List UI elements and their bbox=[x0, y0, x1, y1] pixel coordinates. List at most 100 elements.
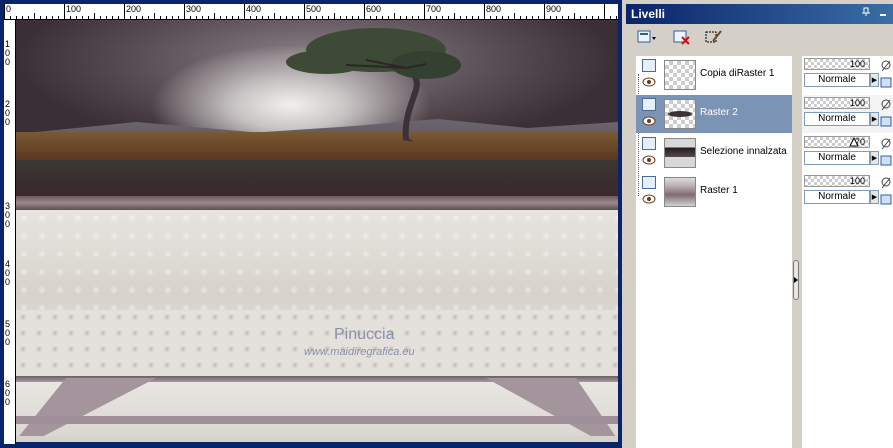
pin-icon[interactable] bbox=[859, 7, 873, 21]
ruler-tick bbox=[352, 16, 353, 19]
blend-mode-select[interactable]: Normale bbox=[804, 112, 870, 126]
layer-name: Raster 2 bbox=[700, 107, 738, 118]
panel-splitter[interactable] bbox=[792, 56, 800, 448]
blend-dropdown-arrow-icon[interactable]: ▶ bbox=[870, 151, 879, 165]
visibility-eye-icon[interactable] bbox=[642, 77, 656, 87]
ruler-tick bbox=[358, 16, 359, 19]
delete-layer-button[interactable] bbox=[670, 27, 694, 49]
tree-image bbox=[286, 28, 461, 142]
ruler-tick bbox=[34, 13, 35, 19]
ruler-tick bbox=[406, 16, 407, 19]
ruler-tick bbox=[118, 16, 119, 19]
layer-name: Copia diRaster 1 bbox=[700, 68, 775, 79]
blend-mode-select[interactable]: Normale bbox=[804, 73, 870, 87]
ruler-tick bbox=[148, 16, 149, 19]
lock-icon[interactable] bbox=[880, 154, 892, 167]
ruler-tick bbox=[16, 16, 17, 19]
opacity-slider[interactable]: 100 bbox=[804, 97, 870, 109]
ruler-tick bbox=[46, 16, 47, 19]
ruler-tick bbox=[232, 16, 233, 19]
visibility-eye-icon[interactable] bbox=[642, 155, 656, 165]
ruler-tick bbox=[424, 4, 425, 19]
ruler-tick bbox=[112, 16, 113, 19]
ruler-tick bbox=[340, 16, 341, 19]
ruler-label: 500 bbox=[306, 4, 322, 14]
opacity-slider[interactable]: 100 bbox=[804, 175, 870, 187]
raster-layer-icon bbox=[642, 137, 656, 150]
new-layer-button[interactable] bbox=[632, 27, 662, 49]
ruler-tick bbox=[310, 16, 311, 19]
link-icon[interactable] bbox=[880, 60, 892, 73]
ruler-tick bbox=[460, 16, 461, 19]
ruler-label: 400 bbox=[246, 4, 262, 14]
ruler-tick bbox=[580, 16, 581, 19]
lock-icon[interactable] bbox=[880, 115, 892, 128]
ruler-tick bbox=[592, 16, 593, 19]
lock-icon[interactable] bbox=[880, 193, 892, 206]
ruler-tick bbox=[70, 16, 71, 19]
ruler-tick bbox=[130, 16, 131, 19]
opacity-value: 70 bbox=[854, 137, 865, 147]
layer-name: Raster 1 bbox=[700, 185, 738, 196]
lock-icon[interactable] bbox=[880, 76, 892, 89]
ruler-tick bbox=[442, 16, 443, 19]
ruler-tick bbox=[568, 16, 569, 19]
ruler-tick bbox=[610, 16, 611, 19]
ruler-tick bbox=[10, 16, 11, 19]
link-icon[interactable] bbox=[880, 177, 892, 190]
link-icon[interactable] bbox=[880, 138, 892, 151]
ruler-label: 800 bbox=[486, 4, 502, 14]
blend-dropdown-arrow-icon[interactable]: ▶ bbox=[870, 73, 879, 87]
layer-thumbnail bbox=[664, 60, 696, 90]
layers-palette: Livelli Copia diRaster 1 Raster 2 Selezi… bbox=[626, 4, 893, 448]
ruler-label: 0 bbox=[6, 4, 12, 14]
ruler-tick bbox=[208, 16, 209, 19]
ruler-label: 900 bbox=[546, 4, 562, 14]
layer-row-selezione-innalzata[interactable]: Selezione innalzata bbox=[636, 134, 792, 172]
ruler-tick bbox=[82, 16, 83, 19]
blend-mode-select[interactable]: Normale bbox=[804, 151, 870, 165]
ruler-label: 0 bbox=[5, 57, 11, 67]
ruler-tick bbox=[604, 4, 605, 19]
blend-mode-select[interactable]: Normale bbox=[804, 190, 870, 204]
ruler-tick bbox=[58, 16, 59, 19]
ruler-tick bbox=[472, 16, 473, 19]
splitter-grip-icon[interactable] bbox=[793, 260, 799, 300]
ruler-tick bbox=[256, 16, 257, 19]
ruler-label: 300 bbox=[186, 4, 202, 14]
floor-frame bbox=[16, 378, 618, 442]
delete-layer-icon bbox=[673, 29, 691, 48]
ruler-tick bbox=[514, 13, 515, 19]
minimize-icon[interactable] bbox=[876, 7, 890, 21]
new-raster-layer-icon bbox=[637, 29, 657, 48]
raster-layer-icon bbox=[642, 59, 656, 72]
visibility-eye-icon[interactable] bbox=[642, 194, 656, 204]
ruler-tick bbox=[214, 13, 215, 19]
link-icon[interactable] bbox=[880, 99, 892, 112]
ruler-tick bbox=[268, 16, 269, 19]
opacity-value: 100 bbox=[849, 59, 865, 69]
image-canvas[interactable]: Pinuccia www.maidiregrafica.eu bbox=[16, 20, 618, 442]
layer-row-raster-1[interactable]: Raster 1 bbox=[636, 173, 792, 211]
layer-thumbnail bbox=[664, 99, 696, 129]
layers-toolbar bbox=[626, 24, 893, 52]
blend-dropdown-arrow-icon[interactable]: ▶ bbox=[870, 190, 879, 204]
ruler-label: 0 bbox=[5, 117, 11, 127]
blend-dropdown-arrow-icon[interactable]: ▶ bbox=[870, 112, 879, 126]
opacity-value: 100 bbox=[849, 176, 865, 186]
watermark-title: Pinuccia bbox=[334, 326, 395, 343]
ruler-tick bbox=[76, 16, 77, 19]
edit-selection-button[interactable] bbox=[702, 27, 726, 49]
palette-title-bar[interactable]: Livelli bbox=[626, 4, 893, 24]
ruler-tick bbox=[304, 4, 305, 19]
layer-list[interactable]: Copia diRaster 1 Raster 2 Selezione inna… bbox=[636, 56, 792, 448]
ruler-tick bbox=[166, 16, 167, 19]
opacity-slider[interactable]: 100 bbox=[804, 58, 870, 70]
ruler-tick bbox=[418, 16, 419, 19]
visibility-eye-icon[interactable] bbox=[642, 116, 656, 126]
layer-row-copia-di-raster-1[interactable]: Copia diRaster 1 bbox=[636, 56, 792, 94]
ruler-tick bbox=[88, 16, 89, 19]
opacity-slider[interactable]: 70 bbox=[804, 136, 870, 148]
layer-row-raster-2[interactable]: Raster 2 bbox=[636, 95, 792, 133]
ruler-tick bbox=[124, 4, 125, 19]
